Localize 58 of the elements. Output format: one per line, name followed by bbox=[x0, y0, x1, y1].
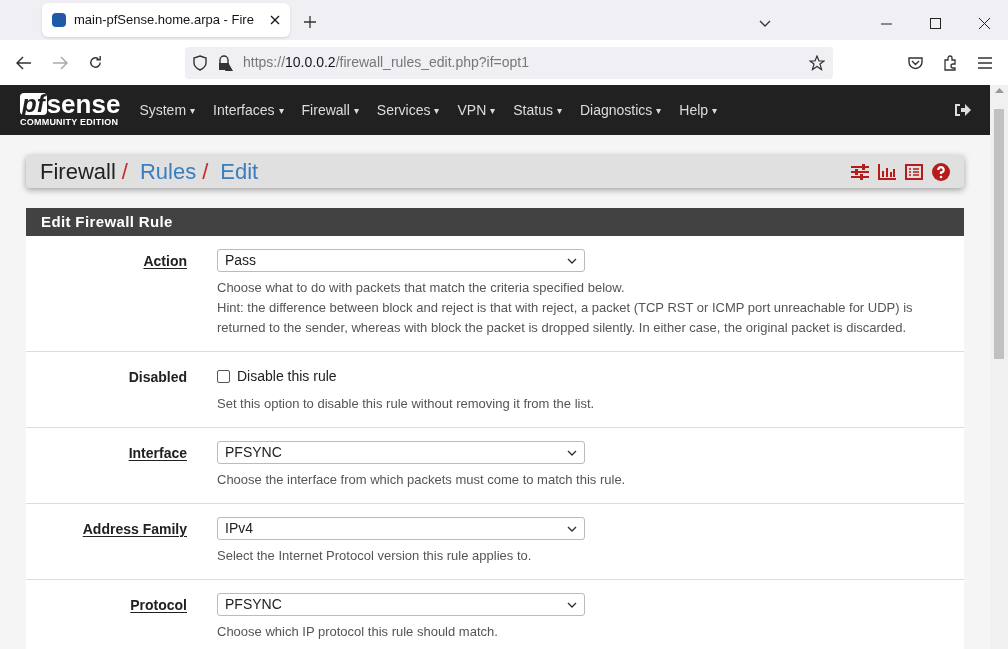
chevron-down-icon bbox=[567, 525, 577, 532]
breadcrumb-separator: / bbox=[202, 158, 209, 186]
field-label-link[interactable]: Interface bbox=[128, 443, 187, 490]
tab-title: main-pfSense.home.arpa - Fire bbox=[74, 11, 254, 30]
menu-item[interactable]: Firewall ▾ bbox=[292, 99, 368, 121]
scrollbar-thumb[interactable] bbox=[994, 109, 1004, 359]
reload-icon[interactable] bbox=[88, 55, 103, 70]
back-icon[interactable] bbox=[16, 55, 32, 70]
close-icon[interactable] bbox=[269, 15, 280, 25]
shield-icon bbox=[193, 54, 207, 71]
help-icon[interactable] bbox=[932, 162, 950, 181]
help-text: Set this option to disable this rule without removing it from the list. bbox=[217, 395, 595, 413]
help-text: Choose the interface from which packets must come to match this rule. bbox=[217, 471, 626, 489]
menu-item[interactable]: Help ▾ bbox=[670, 99, 727, 121]
field-label-link[interactable]: Action bbox=[143, 251, 187, 338]
chevron-down-icon bbox=[567, 257, 577, 264]
menu-icon[interactable] bbox=[978, 56, 992, 69]
menu-item[interactable]: VPN ▾ bbox=[448, 99, 505, 121]
field-label-link[interactable]: Address Family bbox=[82, 519, 187, 566]
menu-item[interactable]: Diagnostics ▾ bbox=[571, 99, 671, 121]
field-label-link[interactable]: Protocol bbox=[130, 595, 187, 642]
pocket-icon[interactable] bbox=[908, 55, 923, 70]
pfsense-logo[interactable]: pfsense COMMUNITY EDITION bbox=[20, 93, 121, 127]
lock-warning-icon bbox=[217, 54, 233, 71]
address-bar[interactable]: https://10.0.0.2/firewall_rules_edit.php?if=opt1 bbox=[185, 46, 833, 79]
checkbox[interactable] bbox=[217, 370, 230, 383]
chevron-down-icon bbox=[567, 449, 577, 456]
close-icon[interactable] bbox=[979, 18, 990, 29]
favicon-icon bbox=[52, 13, 66, 27]
list-icon[interactable] bbox=[905, 163, 923, 180]
chevron-down-icon bbox=[567, 601, 577, 608]
breadcrumb-text: Firewall bbox=[40, 158, 116, 186]
scrollbar[interactable] bbox=[990, 85, 1008, 649]
menu-item[interactable]: Status ▾ bbox=[504, 99, 571, 121]
help-text: Select the Internet Protocol version this rule applies to. bbox=[217, 547, 533, 565]
help-text: Hint: the difference between block and reject is that with reject, a packet (TCP RST or ICMP port unreachable for UDP) is returned to the sender, whereas with block the packet is dropped silently. In either case, the original packet is discarded. bbox=[217, 299, 914, 337]
sliders-icon[interactable] bbox=[851, 163, 869, 180]
maximize-icon[interactable] bbox=[930, 18, 941, 29]
menu-item[interactable]: Interfaces ▾ bbox=[204, 99, 293, 121]
dropdown[interactable]: IPv4 bbox=[217, 517, 585, 540]
extensions-icon[interactable] bbox=[943, 54, 958, 71]
tab-list-icon[interactable] bbox=[759, 20, 771, 28]
help-text: Choose which IP protocol this rule should match. bbox=[217, 623, 499, 641]
star-icon[interactable] bbox=[809, 54, 825, 71]
dropdown[interactable]: PFSYNC bbox=[217, 441, 585, 464]
bar-chart-icon[interactable] bbox=[878, 163, 896, 180]
field-label: Disabled bbox=[128, 368, 187, 387]
dropdown[interactable]: Pass bbox=[217, 249, 585, 272]
browser-tab[interactable]: main-pfSense.home.arpa - Fire bbox=[42, 3, 290, 37]
help-text: Choose what to do with packets that match the criteria specified below. bbox=[217, 279, 626, 297]
new-tab-icon[interactable] bbox=[303, 16, 316, 28]
menu-item[interactable]: Services ▾ bbox=[367, 99, 449, 121]
breadcrumb-separator: / bbox=[121, 158, 128, 186]
panel-title: Edit Firewall Rule bbox=[26, 208, 964, 236]
logout-icon[interactable] bbox=[954, 102, 972, 118]
checkbox-label[interactable]: Disable this rule bbox=[237, 366, 337, 387]
dropdown[interactable]: PFSYNC bbox=[217, 593, 585, 616]
menu-item[interactable]: System ▾ bbox=[130, 99, 205, 121]
